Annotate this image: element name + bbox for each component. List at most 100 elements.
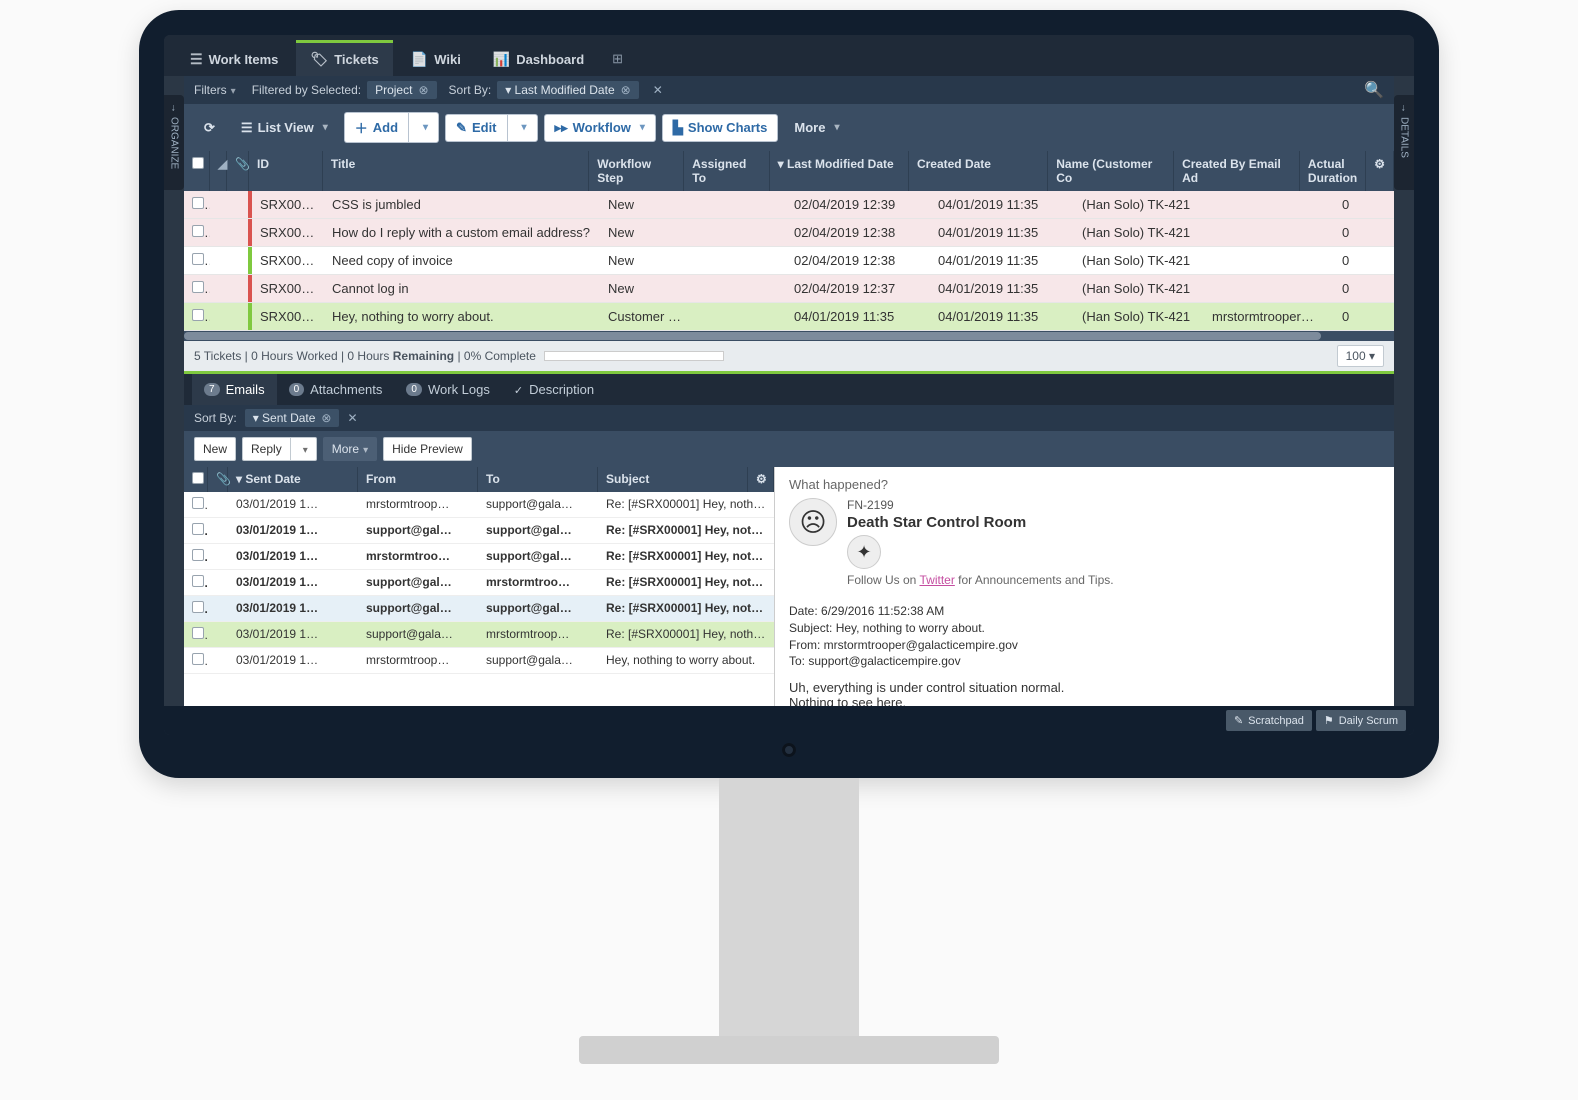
email-checkbox[interactable] xyxy=(192,601,204,613)
col-created-by-email[interactable]: Created By Email Ad xyxy=(1174,151,1300,191)
ticket-row[interactable]: SRX00008How do I reply with a custom ema… xyxy=(184,219,1394,247)
sort-tag[interactable]: ▾ Last Modified Date⊗ xyxy=(497,81,638,99)
workflow-dropdown[interactable]: ▸▸Workflow xyxy=(544,114,656,142)
row-checkbox[interactable] xyxy=(192,225,204,237)
empire-logo-icon: ✦ xyxy=(847,535,881,569)
row-checkbox[interactable] xyxy=(192,281,204,293)
daily-scrum-button[interactable]: ⚑Daily Scrum xyxy=(1316,710,1406,731)
progress-bar xyxy=(544,351,724,361)
ticket-row[interactable]: SRX00009Cannot log inNew02/04/2019 12:37… xyxy=(184,275,1394,303)
top-nav: ☰Work Items🏷Tickets📄Wiki📊Dashboard⊞ xyxy=(164,35,1414,76)
email-checkbox[interactable] xyxy=(192,627,204,639)
horizontal-scrollbar[interactable] xyxy=(184,331,1394,341)
clear-email-filter-icon[interactable]: ✕ xyxy=(347,411,357,425)
email-row[interactable]: 03/01/2019 1…mrstormtroop…support@gala…H… xyxy=(184,648,774,674)
gauge-icon: 📊 xyxy=(493,51,510,68)
clear-filters-icon[interactable]: ✕ xyxy=(653,83,663,97)
filters-dropdown[interactable]: Filters xyxy=(194,83,236,97)
email-row[interactable]: 03/01/2019 1…mrstormtroop…support@gala…R… xyxy=(184,492,774,518)
list-icon: ☰ xyxy=(241,120,253,136)
email-col-settings-icon[interactable]: ⚙ xyxy=(748,467,774,492)
col-created-date[interactable]: Created Date xyxy=(909,151,1048,191)
organize-handle[interactable]: → ORGANIZE xyxy=(164,95,184,190)
attachment-col-icon[interactable]: 📎 xyxy=(227,151,249,191)
ticket-row[interactable]: SRX00007CSS is jumbledNew02/04/2019 12:3… xyxy=(184,191,1394,219)
add-tab-button[interactable]: ⊞ xyxy=(602,43,633,76)
email-checkbox[interactable] xyxy=(192,497,204,509)
col-title[interactable]: Title xyxy=(323,151,589,191)
remove-email-sort-icon[interactable]: ⊗ xyxy=(321,411,331,425)
ticket-row[interactable]: SRX00006Hey, nothing to worry about.Cust… xyxy=(184,303,1394,331)
remove-sort-icon[interactable]: ⊗ xyxy=(621,83,631,97)
col-from[interactable]: From xyxy=(358,467,478,492)
details-handle[interactable]: → DETAILS xyxy=(1394,95,1414,190)
pencil-icon: ✎ xyxy=(1234,714,1243,727)
email-row[interactable]: 03/01/2019 1…support@gal…support@gal…Re:… xyxy=(184,596,774,622)
filter-tag-project[interactable]: Project⊗ xyxy=(367,81,436,99)
col-workflow[interactable]: Workflow Step xyxy=(589,151,684,191)
email-row[interactable]: 03/01/2019 1…support@gala…mrstormtroop…R… xyxy=(184,622,774,648)
col-customer-name[interactable]: Name (Customer Co xyxy=(1048,151,1174,191)
edit-button[interactable]: ✎Edit xyxy=(445,114,506,142)
tab-tickets[interactable]: 🏷Tickets xyxy=(296,40,392,76)
email-checkbox[interactable] xyxy=(192,549,204,561)
email-attachment-col-icon[interactable]: 📎 xyxy=(208,467,228,492)
email-checkbox[interactable] xyxy=(192,653,204,665)
col-actual-duration[interactable]: Actual Duration xyxy=(1300,151,1366,191)
subtab-work-logs[interactable]: 0Work Logs xyxy=(394,374,501,405)
search-icon[interactable]: 🔍 xyxy=(1364,80,1384,100)
email-row[interactable]: 03/01/2019 1…support@gal…support@gal…Re:… xyxy=(184,518,774,544)
add-dropdown[interactable] xyxy=(408,112,439,143)
email-checkbox[interactable] xyxy=(192,575,204,587)
ticket-row[interactable]: SRX00010Need copy of invoiceNew02/04/201… xyxy=(184,247,1394,275)
subtab-emails[interactable]: 7Emails xyxy=(192,374,277,405)
scratchpad-button[interactable]: ✎Scratchpad xyxy=(1226,710,1312,731)
subtab-description[interactable]: Description xyxy=(502,374,606,405)
page-size-dropdown[interactable]: 100 ▾ xyxy=(1337,345,1384,367)
add-button[interactable]: ＋Add xyxy=(344,112,408,143)
play-icon: ▸▸ xyxy=(555,120,568,136)
email-sort-tag[interactable]: ▾ Sent Date⊗ xyxy=(245,409,340,427)
ticket-footer: 5 Tickets | 0 Hours Worked | 0 Hours Rem… xyxy=(184,341,1394,371)
col-settings-icon[interactable]: ⚙ xyxy=(1366,151,1394,191)
col-last-modified[interactable]: ▾ Last Modified Date xyxy=(770,151,909,191)
hide-preview-button[interactable]: Hide Preview xyxy=(383,437,472,461)
email-row[interactable]: 03/01/2019 1…mrstormtroo…support@gal…Re:… xyxy=(184,544,774,570)
remove-filter-icon[interactable]: ⊗ xyxy=(418,83,428,97)
bottom-bar: ✎Scratchpad ⚑Daily Scrum xyxy=(164,706,1414,735)
new-email-button[interactable]: New xyxy=(194,437,236,461)
doc-icon: 📄 xyxy=(411,51,428,68)
col-subject[interactable]: Subject xyxy=(598,467,748,492)
edit-dropdown[interactable] xyxy=(507,114,538,142)
col-sent-date[interactable]: ▾ Sent Date xyxy=(228,467,358,492)
ticket-rows: SRX00007CSS is jumbledNew02/04/2019 12:3… xyxy=(184,191,1394,331)
email-toolbar: New Reply More Hide Preview xyxy=(184,431,1394,467)
row-checkbox[interactable] xyxy=(192,309,204,321)
email-more-dropdown[interactable]: More xyxy=(323,437,377,461)
list-icon: ☰ xyxy=(190,51,203,68)
email-meta: Date: 6/29/2016 11:52:38 AM Subject: Hey… xyxy=(789,603,1380,670)
refresh-button[interactable]: ⟳ xyxy=(194,115,225,141)
tab-wiki[interactable]: 📄Wiki xyxy=(397,43,475,76)
reply-button[interactable]: Reply xyxy=(242,437,290,461)
list-view-dropdown[interactable]: ☰ List View xyxy=(231,115,338,141)
sig-id: FN-2199 xyxy=(847,498,1114,512)
preview-body-line: Uh, everything is under control situatio… xyxy=(789,680,1380,695)
email-row[interactable]: 03/01/2019 1…support@gal…mrstormtroo…Re:… xyxy=(184,570,774,596)
subtab-attachments[interactable]: 0Attachments xyxy=(277,374,395,405)
select-all-checkbox[interactable] xyxy=(192,157,204,169)
email-checkbox[interactable] xyxy=(192,523,204,535)
flag-col-icon[interactable]: ◢ xyxy=(210,151,227,191)
twitter-link[interactable]: Twitter xyxy=(919,573,954,587)
row-checkbox[interactable] xyxy=(192,253,204,265)
reply-dropdown[interactable] xyxy=(290,437,317,461)
more-dropdown[interactable]: More xyxy=(784,115,849,140)
col-assigned[interactable]: Assigned To xyxy=(684,151,769,191)
email-select-all[interactable] xyxy=(192,472,204,484)
col-to[interactable]: To xyxy=(478,467,598,492)
tab-dashboard[interactable]: 📊Dashboard xyxy=(479,43,598,76)
row-checkbox[interactable] xyxy=(192,197,204,209)
tab-work-items[interactable]: ☰Work Items xyxy=(176,43,292,76)
show-charts-button[interactable]: ▙Show Charts xyxy=(662,114,778,142)
col-id[interactable]: ID xyxy=(249,151,323,191)
